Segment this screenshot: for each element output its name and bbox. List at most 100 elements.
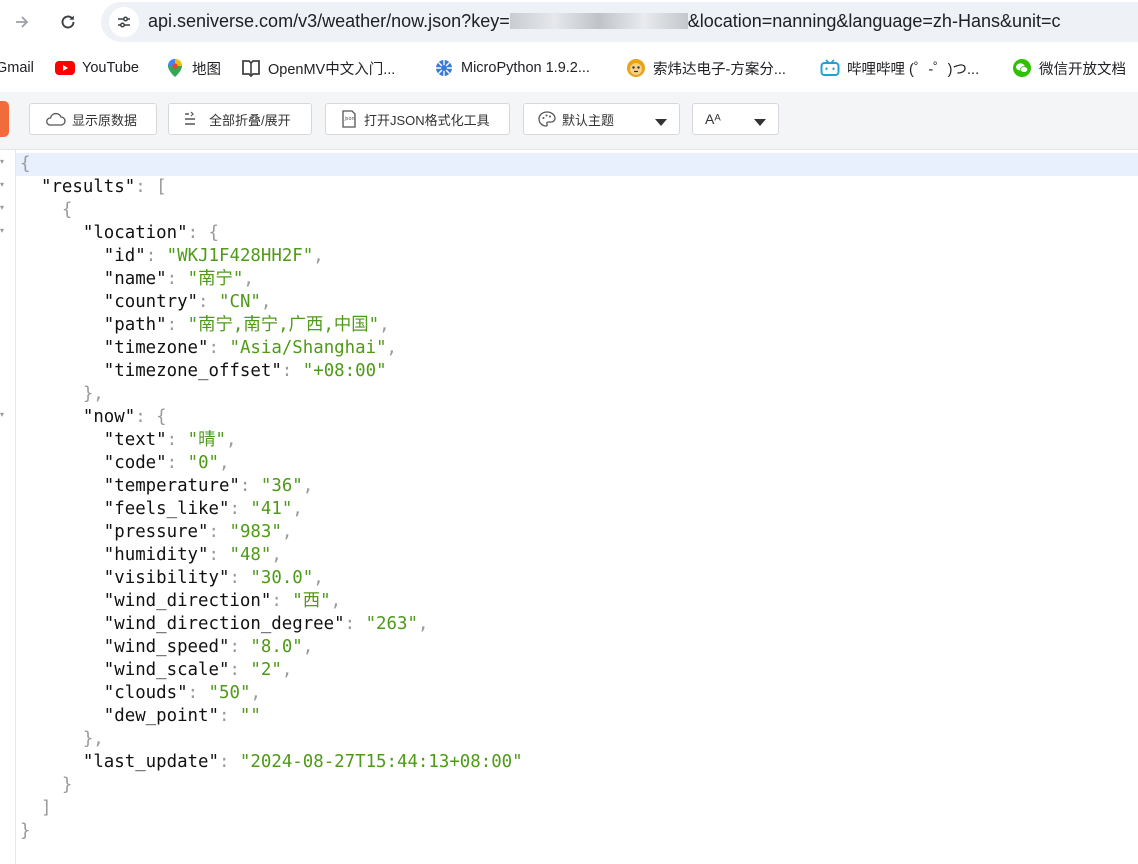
wechat-icon bbox=[1012, 58, 1032, 78]
maps-icon bbox=[165, 58, 185, 78]
bookmark-bilibili[interactable]: 哔哩哔哩 (゜-゜)つ... bbox=[820, 58, 979, 78]
json-value: 48 bbox=[239, 545, 261, 565]
bookmark-label: 哔哩哔哩 (゜-゜)つ... bbox=[847, 61, 980, 78]
json-value: 2 bbox=[260, 660, 272, 680]
json-key: code bbox=[114, 453, 157, 473]
show-raw-button[interactable]: 显示原数据 bbox=[29, 103, 157, 135]
font-size-select[interactable]: Aᴬ bbox=[692, 103, 779, 135]
json-value: WKJ1F428HH2F bbox=[177, 246, 303, 266]
font-size-icon: Aᴬ bbox=[705, 111, 721, 127]
browser-top-bar: api.seniverse.com/v3/weather/now.json?ke… bbox=[0, 0, 1138, 44]
monkey-icon bbox=[626, 58, 646, 78]
fold-icon bbox=[183, 111, 203, 127]
json-value: 983 bbox=[239, 522, 272, 542]
fold-toggle-icon[interactable]: ▾ bbox=[0, 411, 8, 419]
json-value: 晴 bbox=[198, 430, 216, 450]
json-key: id bbox=[114, 246, 136, 266]
json-viewer-toolbar: 显示原数据 全部折叠/展开 json 打开JSON格式化工具 默认主题 Aᴬ bbox=[0, 92, 1138, 150]
palette-icon bbox=[538, 111, 556, 127]
json-key: wind_direction_degree bbox=[114, 614, 335, 634]
fold-toggle-icon[interactable]: ▾ bbox=[0, 181, 8, 189]
json-key: clouds bbox=[114, 683, 178, 703]
json-value: 263 bbox=[376, 614, 408, 634]
json-value: 南宁 bbox=[198, 269, 233, 289]
svg-text:json: json bbox=[344, 116, 355, 122]
bookmark-label: MicroPython 1.9.2... bbox=[461, 60, 590, 76]
json-value: 8.0 bbox=[260, 637, 293, 657]
json-key: timezone_offset bbox=[114, 361, 272, 381]
show-raw-label: 显示原数据 bbox=[72, 112, 138, 128]
json-value: 36 bbox=[271, 476, 293, 496]
json-key: path bbox=[114, 315, 157, 335]
open-formatter-label: 打开JSON格式化工具 bbox=[364, 112, 490, 128]
json-key: location bbox=[93, 223, 178, 243]
address-bar[interactable]: api.seniverse.com/v3/weather/now.json?ke… bbox=[101, 2, 1138, 42]
theme-select[interactable]: 默认主题 bbox=[523, 103, 680, 135]
forward-button[interactable] bbox=[6, 6, 38, 38]
json-value: 30.0 bbox=[260, 568, 303, 588]
bookmark-label: 索炜达电子-方案分... bbox=[653, 61, 786, 78]
open-formatter-button[interactable]: json 打开JSON格式化工具 bbox=[325, 103, 510, 135]
json-key: wind_scale bbox=[114, 660, 219, 680]
chevron-down-icon bbox=[655, 115, 667, 130]
bookmark-youtube[interactable]: YouTube bbox=[55, 58, 139, 78]
bookmark-gmail[interactable]: Gmail bbox=[0, 58, 34, 78]
fold-toggle-icon[interactable]: ▾ bbox=[0, 227, 8, 235]
fold-toggle-icon[interactable]: ▾ bbox=[0, 158, 8, 166]
json-key: temperature bbox=[114, 476, 230, 496]
json-viewer: ▾ ▾ ▾ ▾ ▾ { "results": [ { "location": {… bbox=[0, 150, 1138, 864]
json-key: last_update bbox=[93, 752, 209, 772]
bookmark-label: OpenMV中文入门... bbox=[268, 61, 396, 78]
json-key: wind_speed bbox=[114, 637, 219, 657]
youtube-icon bbox=[55, 58, 75, 78]
json-key: wind_direction bbox=[114, 591, 261, 611]
json-key: dew_point bbox=[114, 706, 209, 726]
fold-all-button[interactable]: 全部折叠/展开 bbox=[168, 103, 312, 135]
arrow-right-icon bbox=[16, 16, 29, 28]
json-value: 2024-08-27T15:44:13+08:00 bbox=[250, 752, 513, 772]
json-value: 41 bbox=[260, 499, 282, 519]
fold-all-label: 全部折叠/展开 bbox=[209, 112, 291, 128]
json-key: pressure bbox=[114, 522, 199, 542]
json-value: 南宁,南宁,广西,中国 bbox=[198, 315, 369, 335]
redacted-api-key bbox=[509, 13, 688, 29]
cloud-icon bbox=[44, 112, 66, 126]
bookmarks-bar: Gmail YouTube 地图 OpenMV中文入门... MicroPyth… bbox=[0, 44, 1138, 92]
reload-icon bbox=[61, 15, 75, 29]
bookmark-suoweida[interactable]: 索炜达电子-方案分... bbox=[626, 58, 786, 78]
json-key: timezone bbox=[114, 338, 199, 358]
json-key: humidity bbox=[114, 545, 199, 565]
site-settings-button[interactable] bbox=[109, 7, 139, 37]
json-key: country bbox=[114, 292, 188, 312]
bookmark-openmv[interactable]: OpenMV中文入门... bbox=[241, 58, 395, 78]
bookmark-label: YouTube bbox=[82, 60, 139, 76]
json-value: 0 bbox=[198, 453, 209, 473]
book-icon bbox=[241, 58, 261, 78]
json-value: 西 bbox=[302, 591, 321, 611]
bookmark-wechat[interactable]: 微信开放文档 bbox=[1012, 58, 1126, 78]
json-value: 50 bbox=[219, 683, 240, 703]
bookmark-label: 微信开放文档 bbox=[1039, 61, 1126, 78]
json-file-icon: json bbox=[340, 110, 358, 128]
tune-icon bbox=[118, 16, 130, 28]
json-code: { "results": [ { "location": { "id": "WK… bbox=[20, 154, 523, 841]
json-key: feels_like bbox=[114, 499, 219, 519]
bookmark-maps[interactable]: 地图 bbox=[165, 58, 221, 78]
bookmark-micropython[interactable]: MicroPython 1.9.2... bbox=[434, 58, 590, 78]
bookmark-label: 地图 bbox=[192, 61, 221, 78]
chevron-down-icon bbox=[754, 115, 766, 130]
reload-button[interactable] bbox=[52, 6, 84, 38]
json-key: now bbox=[93, 407, 125, 427]
bookmark-label: Gmail bbox=[0, 60, 34, 76]
extension-side-tab[interactable] bbox=[0, 101, 9, 137]
fold-toggle-icon[interactable]: ▾ bbox=[0, 204, 8, 212]
bilibili-icon bbox=[820, 58, 840, 78]
json-key: text bbox=[114, 430, 157, 450]
json-value: +08:00 bbox=[313, 361, 377, 381]
url-query: &location=nanning&language=zh-Hans&unit=… bbox=[687, 11, 1061, 31]
url-text: api.seniverse.com/v3/weather/now.json?ke… bbox=[148, 11, 1061, 32]
json-key: results bbox=[51, 177, 125, 197]
json-value: CN bbox=[229, 292, 251, 312]
url-path: /v3/weather/now.json?key= bbox=[293, 11, 510, 31]
json-value: Asia/Shanghai bbox=[239, 338, 377, 358]
